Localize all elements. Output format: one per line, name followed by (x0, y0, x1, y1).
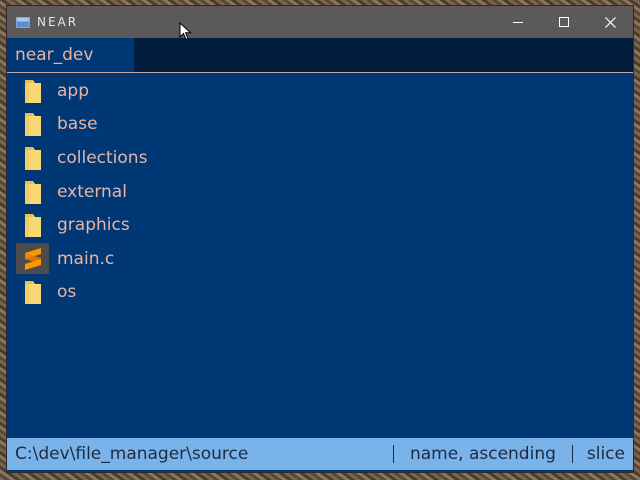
list-item[interactable]: base (7, 108, 633, 142)
sort-order[interactable]: name, ascending (394, 444, 572, 464)
file-name: external (57, 181, 127, 202)
window-title: NEAR (37, 15, 79, 29)
folder-icon (16, 176, 49, 207)
mouse-cursor-icon (179, 22, 192, 41)
file-list[interactable]: app base collections external graphics m… (7, 73, 633, 472)
folder-icon (16, 75, 49, 106)
close-button[interactable] (587, 6, 633, 38)
list-item[interactable]: collections (7, 141, 633, 175)
close-icon (604, 16, 616, 28)
file-name: main.c (57, 248, 115, 269)
tab-bar: near_dev (7, 38, 633, 73)
folder-icon (16, 277, 49, 308)
list-item[interactable]: external (7, 175, 633, 209)
maximize-icon (559, 17, 569, 27)
minimize-button[interactable] (495, 6, 541, 38)
status-bar: C:\dev\file_manager\source name, ascendi… (7, 438, 633, 470)
file-name: collections (57, 147, 148, 168)
app-icon (16, 16, 30, 28)
folder-icon (16, 109, 49, 140)
title-bar[interactable]: NEAR (7, 6, 633, 38)
file-name: base (57, 114, 98, 135)
folder-icon (16, 142, 49, 173)
sublime-file-icon (16, 243, 49, 275)
current-path: C:\dev\file_manager\source (15, 444, 249, 464)
maximize-button[interactable] (541, 6, 587, 38)
tab-near-dev[interactable]: near_dev (7, 38, 134, 72)
view-mode[interactable]: slice (573, 444, 633, 464)
list-item[interactable]: app (7, 74, 633, 108)
file-name: graphics (57, 215, 130, 236)
file-manager-window[interactable]: NEAR near_dev app base collections exter… (7, 6, 633, 472)
minimize-icon (513, 22, 523, 23)
list-item[interactable]: graphics (7, 208, 633, 242)
tab-label: near_dev (15, 45, 94, 65)
folder-icon (16, 210, 49, 241)
file-name: os (57, 282, 77, 303)
list-item[interactable]: os (7, 276, 633, 310)
file-name: app (57, 80, 89, 101)
list-item[interactable]: main.c (7, 242, 633, 276)
window-controls (495, 6, 633, 38)
